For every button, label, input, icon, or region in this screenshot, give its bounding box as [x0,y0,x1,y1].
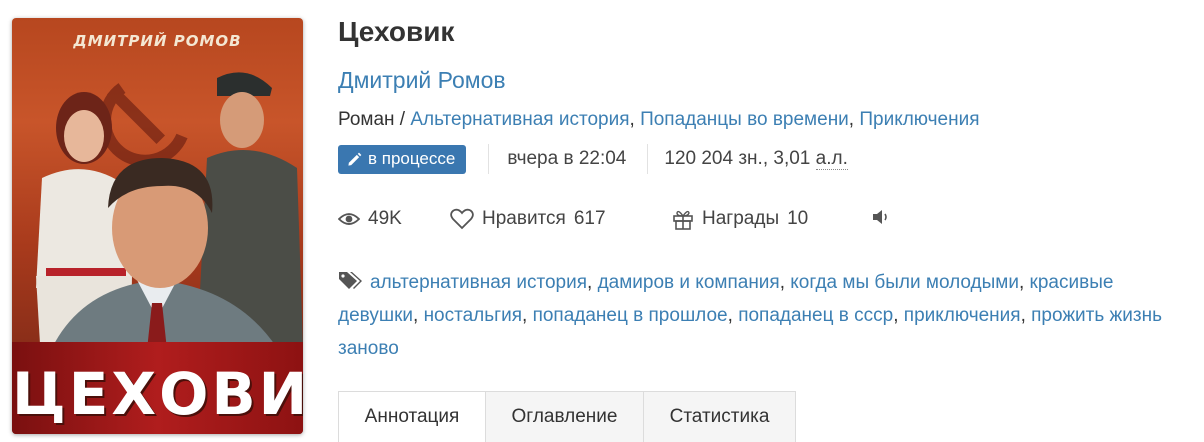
status-badge: в процессе [338,144,467,174]
likes-stat[interactable]: Нравится 617 [450,208,672,230]
status-row: в процессе вчера в 22:04 120 204 зн., 3,… [338,144,848,174]
updated-time: вчера в 22:04 [507,148,627,169]
genre-link-adventure[interactable]: Приключения [859,109,979,130]
genre-prefix: Роман / [338,109,411,130]
tag-link[interactable]: когда мы были молодыми [790,272,1019,293]
tags-icon [339,272,362,289]
tag-link[interactable]: попаданец в прошлое [533,305,728,326]
tag-link[interactable]: дамиров и компания [598,272,780,293]
tag-link[interactable]: ностальгия [424,305,522,326]
cover-author-text: ДМИТРИЙ РОМОВ [73,32,242,50]
likes-label: Нравится [482,208,566,229]
tag-link[interactable]: альтернативная история [370,272,587,293]
tab-statistics[interactable]: Статистика [644,391,796,442]
book-tabs: Аннотация Оглавление Статистика [338,391,796,442]
gift-icon [673,210,693,230]
eye-icon [338,213,360,225]
heart-icon [450,208,474,230]
cover-title-text: ЦЕХОВИК [12,360,303,428]
author-sheet-unit: а.л. [815,148,848,170]
hammer-sickle-emblem [99,83,188,167]
book-size: 120 204 зн., 3,01 а.л. [664,148,848,170]
speaker-icon[interactable] [872,209,890,225]
pencil-icon [348,152,362,166]
genre-link-time-travel[interactable]: Попаданцы во времени [640,109,849,130]
status-text: в процессе [368,149,456,168]
tag-link[interactable]: приключения [904,305,1021,326]
stats-row: 49K Нравится 617 Награды 10 [338,208,890,230]
tab-contents[interactable]: Оглавление [486,391,644,442]
awards-count: 10 [787,208,809,229]
tab-annotation[interactable]: Аннотация [338,391,486,442]
likes-count: 617 [573,208,606,229]
genre-link-alt-history[interactable]: Альтернативная история [410,109,629,130]
book-cover[interactable]: ДМИТРИЙ РОМОВ ЦЕХОВИК [12,18,303,434]
divider [488,144,490,174]
book-title: Цеховик [338,16,455,47]
awards-label: Награды [702,208,780,229]
author-link[interactable]: Дмитрий Ромов [338,67,506,94]
tag-link[interactable]: попаданец в ссср [738,305,893,326]
views-count: 49K [368,208,402,229]
genres-line: Роман / Альтернативная история, Попаданц… [338,109,980,130]
tags-block: альтернативная история, дамиров и компан… [338,272,1162,359]
awards-stat[interactable]: Награды 10 [672,208,872,230]
divider [647,144,649,174]
views-stat: 49K [338,208,450,230]
